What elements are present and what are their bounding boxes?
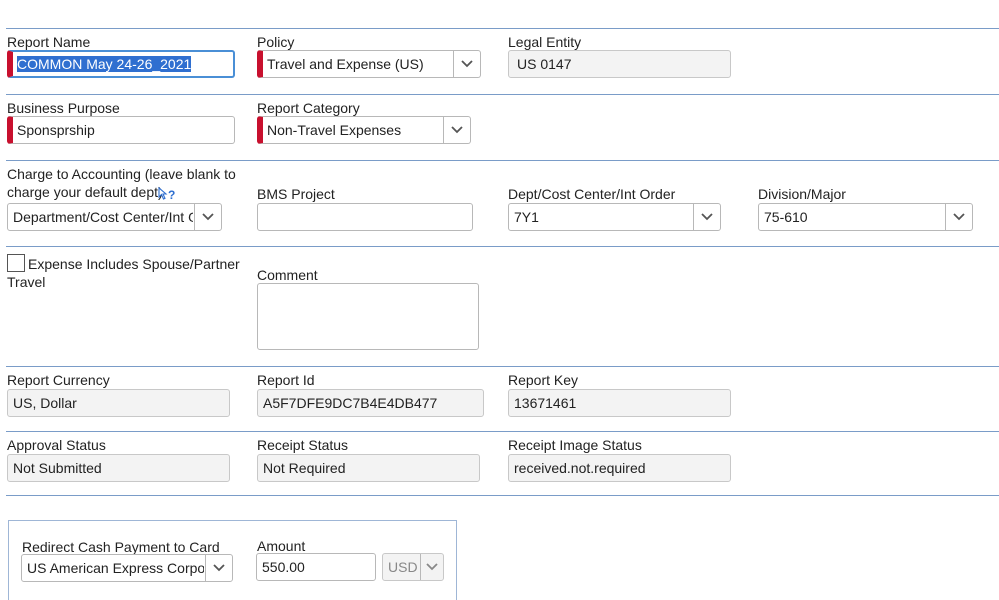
dept-cost-center-select[interactable]: 7Y1 (508, 203, 721, 231)
section-divider (6, 246, 999, 247)
receipt-image-status-field: received.not.required (508, 454, 731, 482)
division-major-select[interactable]: 75-610 (758, 203, 973, 231)
approval-status-field: Not Submitted (7, 454, 230, 482)
charge-to-accounting-label-line2: charge your default dept) (7, 184, 163, 200)
section-divider (6, 366, 999, 367)
section-divider (6, 495, 999, 496)
policy-select[interactable]: Travel and Expense (US) (257, 50, 481, 78)
spouse-travel-label-line2: Travel (7, 274, 46, 290)
chevron-down-icon[interactable] (420, 554, 443, 580)
chevron-down-icon[interactable] (453, 51, 480, 77)
currency-value: USD (388, 559, 418, 575)
bms-project-input[interactable] (257, 203, 473, 231)
bms-project-label: BMS Project (257, 186, 335, 202)
charge-to-accounting-select[interactable]: Department/Cost Center/Int Or (7, 203, 222, 231)
report-name-label: Report Name (7, 34, 91, 50)
currency-select[interactable]: USD (382, 553, 444, 581)
chevron-down-icon[interactable] (443, 117, 470, 143)
report-category-label: Report Category (257, 100, 360, 116)
chevron-down-icon[interactable] (205, 555, 232, 581)
approval-status-label: Approval Status (7, 437, 106, 453)
charge-to-accounting-label: Charge to Accounting (leave blank to (7, 166, 236, 182)
report-key-field: 13671461 (508, 389, 731, 417)
receipt-image-status-label: Receipt Image Status (508, 437, 642, 453)
spouse-travel-label: Expense Includes Spouse/Partner (28, 256, 240, 272)
receipt-status-label: Receipt Status (257, 437, 349, 453)
redirect-cash-value: US American Express Corpor (27, 560, 204, 576)
amount-input[interactable]: 550.00 (256, 553, 376, 581)
report-id-field: A5F7DFE9DC7B4E4DB477 (257, 389, 484, 417)
division-major-value: 75-610 (764, 209, 808, 225)
charge-to-accounting-value: Department/Cost Center/Int Or (13, 209, 193, 225)
report-id-label: Report Id (257, 372, 315, 388)
policy-label: Policy (257, 34, 295, 50)
chevron-down-icon[interactable] (693, 204, 720, 230)
receipt-status-field: Not Required (257, 454, 480, 482)
report-name-input[interactable]: COMMON May 24-26_2021 (7, 50, 235, 78)
dept-cost-center-value: 7Y1 (514, 209, 539, 225)
chevron-down-icon[interactable] (945, 204, 972, 230)
section-divider (6, 94, 999, 95)
report-key-label: Report Key (508, 372, 579, 388)
section-divider (6, 431, 999, 432)
report-currency-field: US, Dollar (7, 389, 230, 417)
business-purpose-label: Business Purpose (7, 100, 120, 116)
svg-text:?: ? (168, 188, 175, 202)
report-category-value: Non-Travel Expenses (267, 122, 402, 138)
division-major-label: Division/Major (758, 186, 846, 202)
chevron-down-icon[interactable] (194, 204, 221, 230)
section-divider (6, 160, 999, 161)
report-name-selected-text: COMMON May 24-26_2021 (17, 56, 192, 72)
legal-entity-label: Legal Entity (508, 34, 582, 50)
policy-value: Travel and Expense (US) (267, 56, 424, 72)
report-category-select[interactable]: Non-Travel Expenses (257, 116, 471, 144)
report-currency-label: Report Currency (7, 372, 110, 388)
legal-entity-field: US 0147 (508, 50, 731, 78)
comment-textarea[interactable] (257, 283, 479, 350)
dept-cost-center-label: Dept/Cost Center/Int Order (508, 186, 676, 202)
redirect-cash-select[interactable]: US American Express Corpor (21, 554, 233, 582)
spouse-travel-checkbox[interactable] (7, 254, 25, 272)
comment-label: Comment (257, 267, 318, 283)
business-purpose-input[interactable]: Sponsprship (7, 116, 235, 144)
section-divider (6, 28, 999, 29)
